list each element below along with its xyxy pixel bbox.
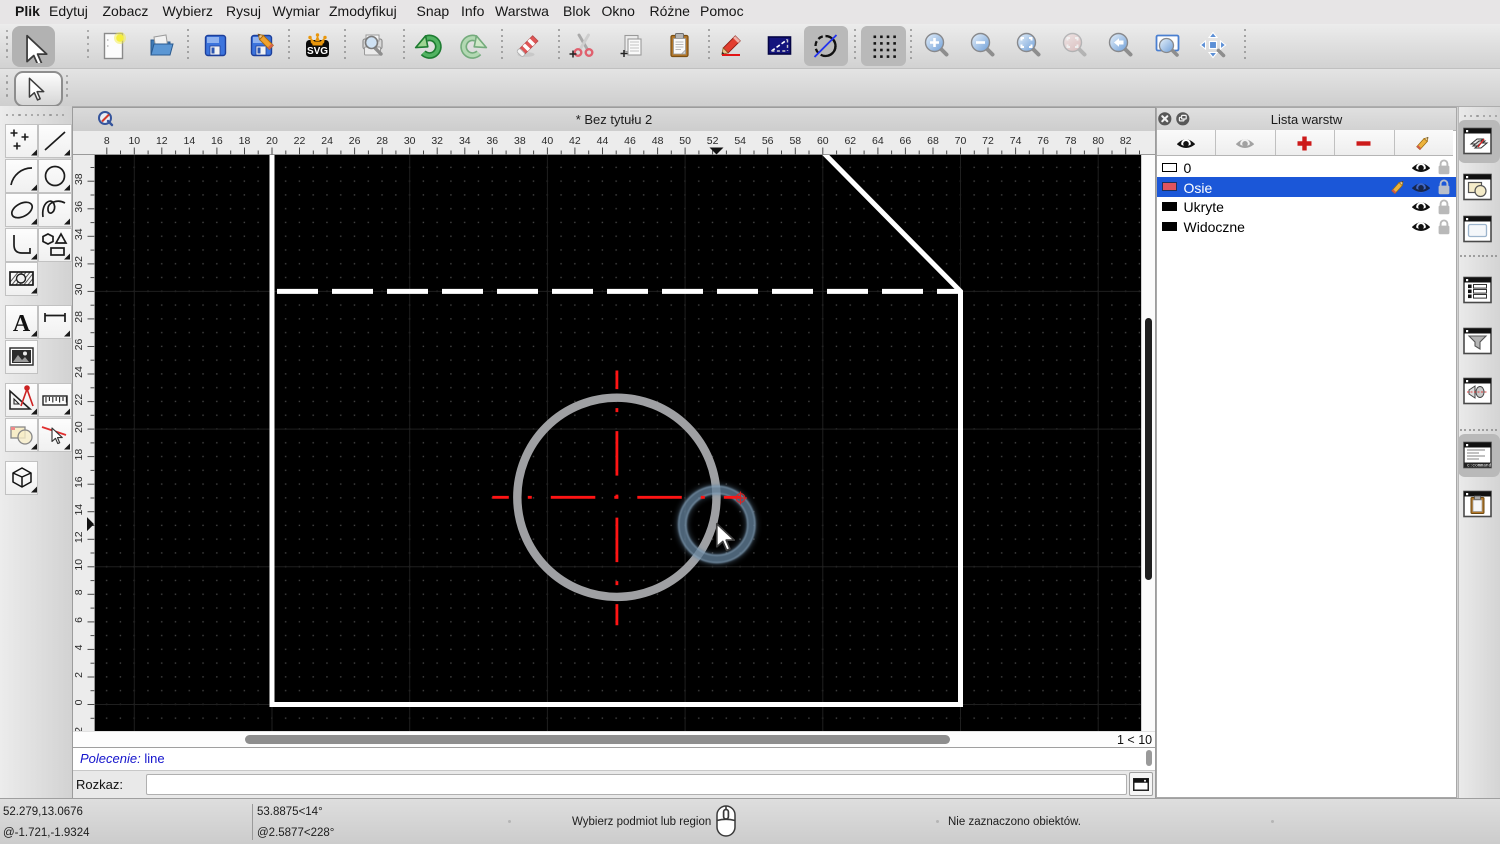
svg-text:36: 36 xyxy=(73,201,85,213)
svg-text:28: 28 xyxy=(376,135,388,147)
svg-text:24: 24 xyxy=(73,366,85,378)
svg-text:14: 14 xyxy=(73,504,85,516)
svg-text:14: 14 xyxy=(184,135,196,147)
svg-text:22: 22 xyxy=(294,135,306,147)
svg-text:74: 74 xyxy=(1010,135,1022,147)
svg-text:72: 72 xyxy=(982,135,994,147)
svg-text:16: 16 xyxy=(211,135,223,147)
svg-text:20: 20 xyxy=(73,421,85,433)
svg-text:12: 12 xyxy=(73,531,85,543)
svg-text:40: 40 xyxy=(542,135,554,147)
svg-text:60: 60 xyxy=(817,135,829,147)
svg-text:76: 76 xyxy=(1037,135,1049,147)
svg-text:22: 22 xyxy=(73,394,85,406)
svg-text:46: 46 xyxy=(624,135,636,147)
svg-text:52: 52 xyxy=(707,135,719,147)
svg-text:80: 80 xyxy=(1092,135,1104,147)
svg-text:8: 8 xyxy=(104,135,110,147)
svg-text:30: 30 xyxy=(404,135,416,147)
svg-text:66: 66 xyxy=(900,135,912,147)
svg-text:10: 10 xyxy=(73,559,85,571)
svg-text:56: 56 xyxy=(762,135,774,147)
svg-text:20: 20 xyxy=(266,135,278,147)
svg-text:A: A xyxy=(12,311,30,337)
svg-text:36: 36 xyxy=(486,135,498,147)
svg-text:c:command: c:command xyxy=(1467,463,1492,469)
svg-text:4: 4 xyxy=(73,644,85,650)
svg-text:48: 48 xyxy=(652,135,664,147)
svg-text:6: 6 xyxy=(73,617,85,623)
svg-text:58: 58 xyxy=(789,135,801,147)
svg-text:18: 18 xyxy=(73,449,85,461)
svg-text:68: 68 xyxy=(927,135,939,147)
svg-text:38: 38 xyxy=(73,173,85,185)
svg-text:34: 34 xyxy=(459,135,471,147)
svg-text:30: 30 xyxy=(73,283,85,295)
svg-text:70: 70 xyxy=(955,135,967,147)
svg-text:24: 24 xyxy=(321,135,333,147)
svg-text:78: 78 xyxy=(1065,135,1077,147)
svg-text:8: 8 xyxy=(73,589,85,595)
svg-text:26: 26 xyxy=(73,339,85,351)
svg-text:28: 28 xyxy=(73,311,85,323)
svg-text:42: 42 xyxy=(569,135,581,147)
svg-text:82: 82 xyxy=(1120,135,1132,147)
svg-text:62: 62 xyxy=(844,135,856,147)
svg-text:16: 16 xyxy=(73,476,85,488)
svg-text:18: 18 xyxy=(239,135,251,147)
svg-text:SVG: SVG xyxy=(307,46,328,57)
svg-text:32: 32 xyxy=(431,135,443,147)
svg-text:32: 32 xyxy=(73,256,85,268)
svg-text:10: 10 xyxy=(128,135,140,147)
svg-text:50: 50 xyxy=(679,135,691,147)
svg-text:34: 34 xyxy=(73,228,85,240)
svg-text:0: 0 xyxy=(73,699,85,705)
svg-text:54: 54 xyxy=(734,135,746,147)
svg-text:38: 38 xyxy=(514,135,526,147)
svg-text:12: 12 xyxy=(156,135,168,147)
svg-text:44: 44 xyxy=(597,135,609,147)
svg-text:64: 64 xyxy=(872,135,884,147)
svg-text:26: 26 xyxy=(349,135,361,147)
svg-text:2: 2 xyxy=(73,672,85,678)
